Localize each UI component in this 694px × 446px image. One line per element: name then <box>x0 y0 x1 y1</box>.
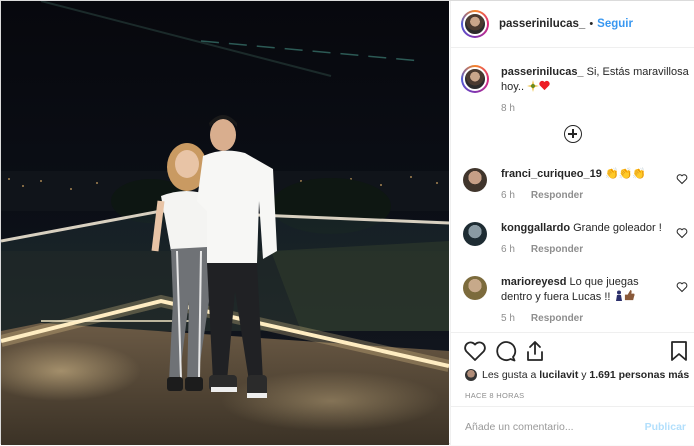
likes-count[interactable]: 1.691 personas más <box>589 369 689 381</box>
caption-meta: 8 h <box>501 103 691 114</box>
likes-joiner: y <box>581 369 587 381</box>
comment-item: konggallardo Grande goleador ! 6 h Respo… <box>463 221 688 255</box>
reply-button[interactable]: Responder <box>531 313 583 324</box>
post-actions: Les gusta a lucilavit y 1.691 personas m… <box>451 332 694 445</box>
caption-time: 8 h <box>501 103 515 114</box>
comment-meta: 6 h Responder <box>501 244 688 255</box>
comment-meta: 6 h Responder <box>501 190 688 201</box>
author-avatar[interactable] <box>461 10 489 38</box>
reply-button[interactable]: Responder <box>531 190 583 201</box>
comment-item: marioreyesd Lo que juegas dentro y fuera… <box>463 275 688 324</box>
post-date: HACE 8 HORAS <box>465 391 525 400</box>
like-comment-icon[interactable] <box>676 281 688 293</box>
likes-prefix: Les gusta a <box>482 369 537 381</box>
comment-text: konggallardo Grande goleador ! <box>501 221 688 236</box>
comment-input[interactable] <box>465 420 645 433</box>
heart-icon[interactable] <box>463 339 487 363</box>
action-icons <box>461 339 691 367</box>
author-username[interactable]: passerinilucas_ <box>499 18 585 30</box>
post-header: passerinilucas_ • Seguir <box>451 1 694 48</box>
comments-list[interactable]: passerinilucas_ Si, Estás maravillosa ho… <box>451 49 694 331</box>
comment-time: 5 h <box>501 313 515 324</box>
caption-username[interactable]: passerinilucas_ <box>501 66 584 78</box>
commenter-avatar[interactable] <box>463 276 487 300</box>
comment-username[interactable]: konggallardo <box>501 222 570 234</box>
add-comment-bar: Publicar <box>451 406 694 446</box>
caption: passerinilucas_ Si, Estás maravillosa ho… <box>461 65 691 114</box>
liker-username[interactable]: lucilavit <box>539 369 578 381</box>
liker-avatar[interactable] <box>465 369 477 381</box>
likes-summary: Les gusta a lucilavit y 1.691 personas m… <box>465 369 689 381</box>
plus-circle-icon[interactable] <box>564 125 582 143</box>
rooftop-night-photo <box>1 1 449 445</box>
clapping-hands-icon: 👏👏👏 <box>604 168 647 180</box>
post-side-panel: passerinilucas_ • Seguir passerinilucas_… <box>450 1 694 445</box>
instagram-post: passerinilucas_ • Seguir passerinilucas_… <box>0 0 694 445</box>
separator-dot: • <box>589 18 594 30</box>
commenter-avatar[interactable] <box>463 168 487 192</box>
comment-username[interactable]: marioreyesd <box>501 276 566 288</box>
comment-username[interactable]: franci_curiqueo_19 <box>501 168 602 180</box>
caption-text: passerinilucas_ Si, Estás maravillosa ho… <box>501 65 691 95</box>
comment-icon[interactable] <box>493 339 517 363</box>
comment-body: Grande goleador ! <box>573 222 662 234</box>
comment-text: marioreyesd Lo que juegas dentro y fuera… <box>501 275 670 305</box>
comment-time: 6 h <box>501 190 515 201</box>
thumbs-up-icon <box>624 290 635 301</box>
like-comment-icon[interactable] <box>676 227 688 239</box>
caption-avatar[interactable] <box>461 65 489 93</box>
publish-button[interactable]: Publicar <box>645 421 686 433</box>
comment-item: franci_curiqueo_19 👏👏👏 6 h Responder <box>463 167 688 201</box>
comment-time: 6 h <box>501 244 515 255</box>
post-photo[interactable] <box>1 1 449 445</box>
sparkle-icon <box>527 80 540 92</box>
like-comment-icon[interactable] <box>676 173 688 185</box>
red-heart-icon <box>539 80 550 91</box>
comment-text: franci_curiqueo_19 👏👏👏 <box>501 167 688 182</box>
bookmark-icon[interactable] <box>667 339 691 363</box>
reply-button[interactable]: Responder <box>531 244 583 255</box>
comment-meta: 5 h Responder <box>501 313 670 324</box>
follow-button[interactable]: Seguir <box>597 18 633 30</box>
share-icon[interactable] <box>523 339 547 363</box>
commenter-avatar[interactable] <box>463 222 487 246</box>
person-icon <box>615 290 622 301</box>
